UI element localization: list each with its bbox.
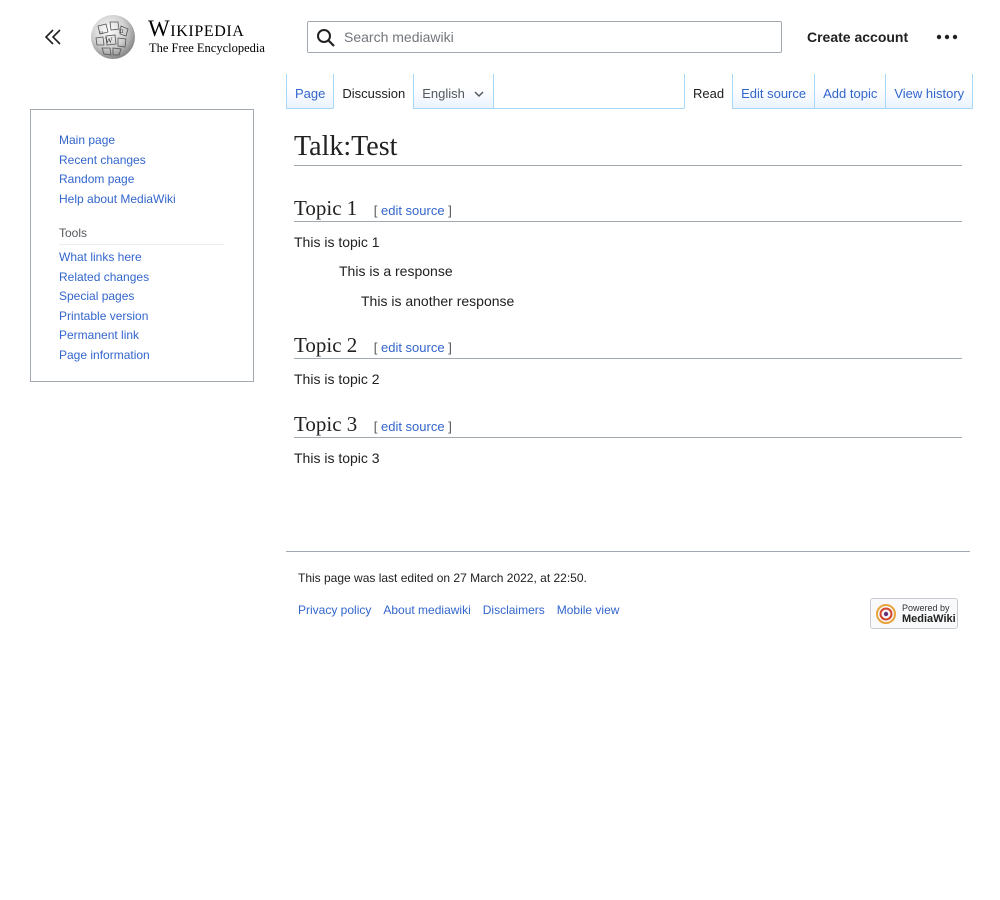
logo-wordmark: Wikipedia (148, 16, 245, 41)
page-title: Talk:Test (294, 130, 962, 166)
tab-read[interactable]: Read (684, 74, 733, 109)
sidebar-item-label[interactable]: Random page (59, 172, 134, 186)
sidebar-item-label[interactable]: What links here (59, 250, 142, 264)
view-tabs: Read Edit source Add topic View history (684, 74, 974, 109)
footer-links: Privacy policy About mediawiki Disclaime… (298, 603, 631, 617)
tab-edit-source[interactable]: Edit source (732, 74, 815, 109)
tab-add-topic[interactable]: Add topic (814, 74, 886, 109)
bracket-open: [ (373, 203, 378, 218)
mobile-view-link[interactable]: Mobile view (557, 603, 620, 617)
edit-section: [ edit source ] (374, 340, 452, 355)
sidebar-item-printable-version[interactable]: Printable version (59, 307, 150, 327)
tab-view-history[interactable]: View history (885, 74, 974, 109)
navigation-list: Main page Recent changes Random page Hel… (59, 131, 176, 209)
search-input[interactable] (344, 22, 764, 52)
bracket-close: ] (448, 340, 452, 355)
tab-baseline (487, 108, 684, 109)
bracket-close: ] (448, 419, 452, 434)
edit-source-link[interactable]: edit source (381, 340, 445, 355)
sidebar-item-help[interactable]: Help about MediaWiki (59, 190, 176, 210)
svg-text:ω: ω (99, 30, 103, 36)
powered-by-text: Powered by (902, 603, 950, 613)
double-chevron-left-icon (44, 29, 61, 45)
svg-text:Ω: Ω (119, 29, 124, 35)
tools-list: What links here Related changes Special … (59, 248, 150, 365)
edit-section: [ edit source ] (374, 419, 452, 434)
tab-discussion[interactable]: Discussion (333, 74, 414, 109)
section-heading-topic-1: Topic 1 [ edit source ] (294, 195, 962, 222)
svg-text:W: W (105, 36, 113, 45)
sidebar-item-label[interactable]: Special pages (59, 289, 134, 303)
namespace-tabs: Page Discussion English (286, 74, 494, 109)
logo-tagline: The Free Encyclopedia (149, 41, 265, 55)
edit-source-link[interactable]: edit source (381, 203, 445, 218)
sidebar-item-special-pages[interactable]: Special pages (59, 287, 150, 307)
edit-source-link[interactable]: edit source (381, 419, 445, 434)
section-title: Topic 2 (294, 333, 358, 357)
disclaimers-link[interactable]: Disclaimers (483, 603, 545, 617)
last-modified-text: This page was last edited on 27 March 20… (298, 571, 587, 585)
section-title: Topic 3 (294, 412, 358, 436)
search-icon (317, 29, 335, 47)
sidebar-item-permanent-link[interactable]: Permanent link (59, 326, 150, 346)
sidebar-item-page-information[interactable]: Page information (59, 346, 150, 366)
sidebar-item-recent-changes[interactable]: Recent changes (59, 151, 176, 171)
privacy-policy-link[interactable]: Privacy policy (298, 603, 371, 617)
sidebar-item-related-changes[interactable]: Related changes (59, 268, 150, 288)
section-heading-topic-2: Topic 2 [ edit source ] (294, 332, 962, 359)
ellipsis-icon (936, 34, 958, 40)
section-heading-topic-3: Topic 3 [ edit source ] (294, 411, 962, 438)
edit-section: [ edit source ] (374, 203, 452, 218)
sidebar-item-label[interactable]: Help about MediaWiki (59, 192, 176, 206)
bracket-close: ] (448, 203, 452, 218)
paragraph: This is topic 1 (294, 234, 380, 250)
chevron-down-icon (474, 91, 484, 98)
sidebar-item-label[interactable]: Related changes (59, 270, 149, 284)
tools-heading: Tools (59, 226, 224, 245)
tab-page[interactable]: Page (286, 74, 334, 109)
response-paragraph: This is a response (339, 263, 453, 279)
powered-by-mediawiki-badge[interactable]: Powered by MediaWiki (870, 598, 958, 629)
main-menu-sidebar: Main page Recent changes Random page Hel… (30, 109, 254, 382)
sidebar-item-label[interactable]: Main page (59, 133, 115, 147)
mediawiki-text: MediaWiki (902, 613, 956, 625)
mediawiki-flower-icon (876, 604, 896, 624)
create-account-link[interactable]: Create account (807, 29, 908, 45)
search-box (307, 21, 782, 53)
section-title: Topic 1 (294, 196, 358, 220)
site-logo[interactable]: W Ω ω Wikipedia The Free Encyclopedia (88, 14, 278, 60)
bracket-open: [ (373, 340, 378, 355)
sidebar-item-label[interactable]: Page information (59, 348, 150, 362)
language-variant-dropdown[interactable]: English (413, 74, 494, 109)
variant-label: English (422, 86, 465, 101)
more-options-button[interactable] (935, 27, 959, 47)
sidebar-item-what-links-here[interactable]: What links here (59, 248, 150, 268)
paragraph: This is topic 2 (294, 371, 380, 387)
sidebar-item-label[interactable]: Permanent link (59, 328, 139, 342)
collapse-sidebar-button[interactable] (41, 25, 65, 49)
response-paragraph: This is another response (361, 293, 515, 309)
sidebar-item-random-page[interactable]: Random page (59, 170, 176, 190)
sidebar-item-main-page[interactable]: Main page (59, 131, 176, 151)
sidebar-item-label[interactable]: Printable version (59, 309, 148, 323)
paragraph: This is topic 3 (294, 450, 380, 466)
bracket-open: [ (373, 419, 378, 434)
wikipedia-globe-icon: W Ω ω (91, 15, 135, 59)
about-link[interactable]: About mediawiki (383, 603, 470, 617)
page-footer: This page was last edited on 27 March 20… (286, 551, 970, 629)
site-header: W Ω ω Wikipedia The Free Encyclopedia Cr… (0, 0, 1000, 75)
sidebar-item-label[interactable]: Recent changes (59, 153, 146, 167)
